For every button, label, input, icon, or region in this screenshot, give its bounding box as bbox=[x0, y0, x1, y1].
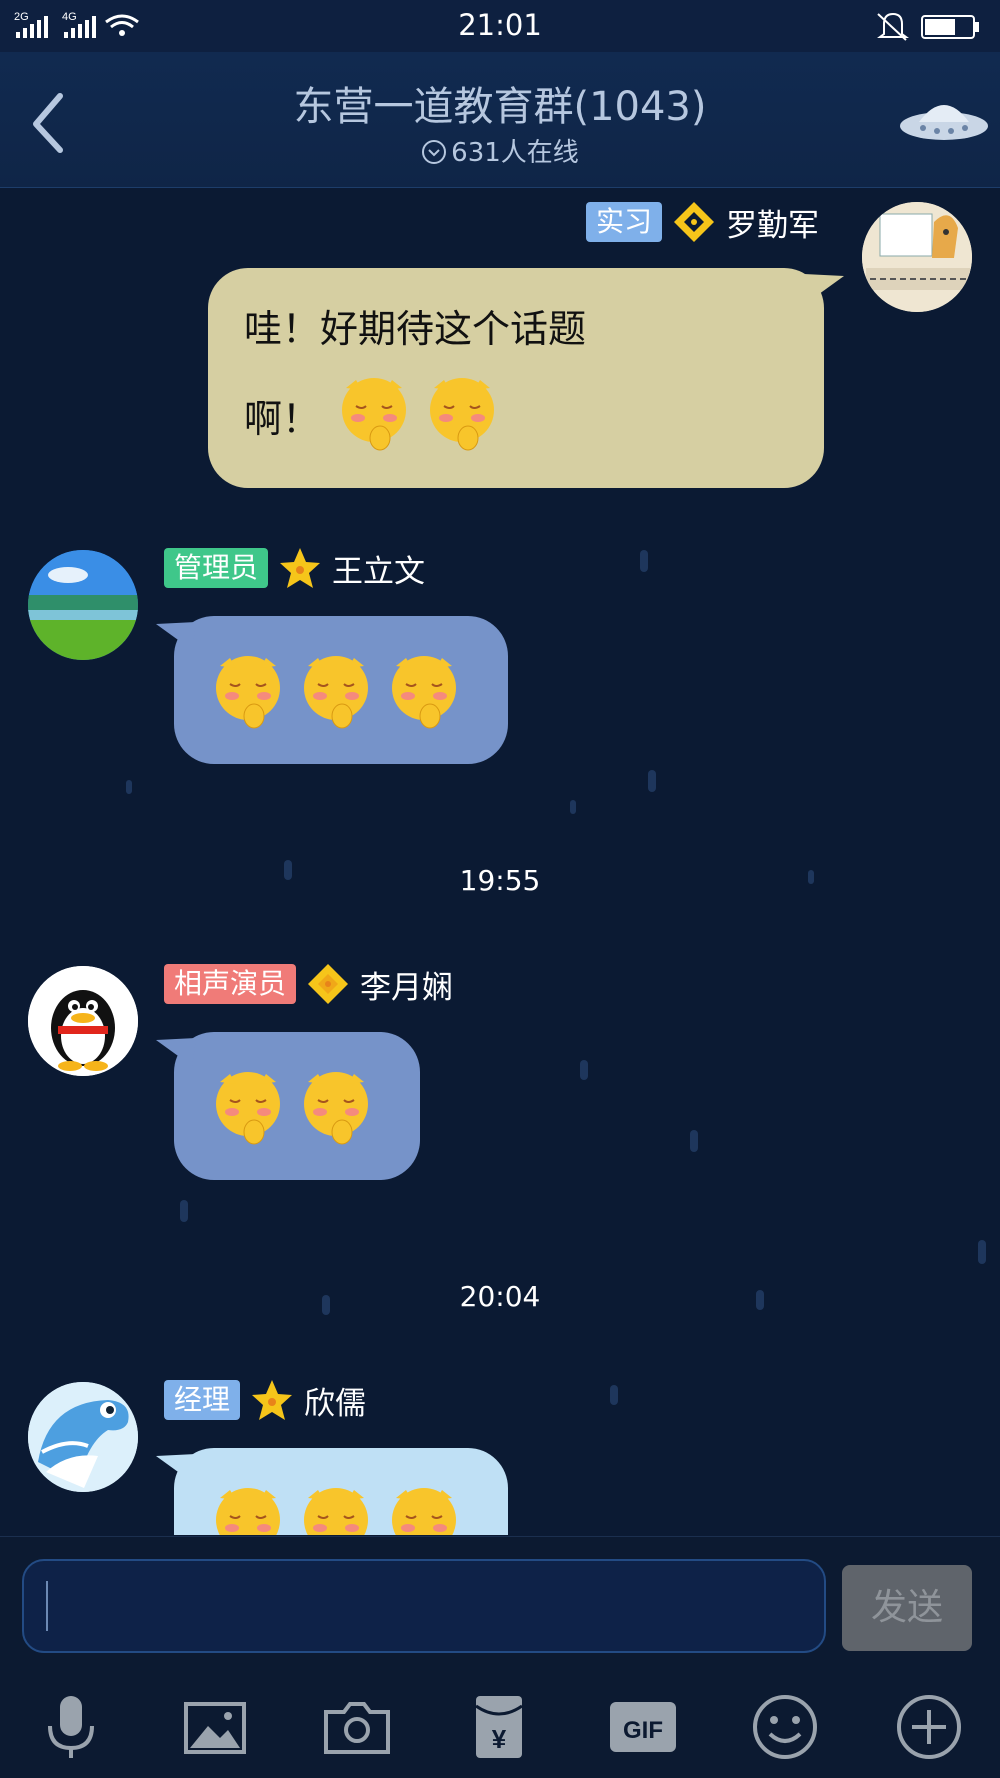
svg-text:GIF: GIF bbox=[623, 1717, 663, 1744]
emoji-shy-icon bbox=[430, 378, 494, 451]
level-star-icon bbox=[252, 1380, 293, 1420]
emoji-button[interactable] bbox=[750, 1692, 820, 1762]
message-sender-info: 相声演员 李月娴 bbox=[164, 962, 453, 1006]
bubble-tail bbox=[156, 1038, 196, 1066]
avatar[interactable] bbox=[28, 1382, 138, 1492]
message-text: 啊！ bbox=[244, 397, 321, 441]
group-title[interactable]: 东营一道教育群(1043) bbox=[0, 74, 1000, 132]
message-list[interactable]: 实习 罗勤军 哇！好期待这个话题 啊！ 管理员 王立文 19:55 相声演员 李… bbox=[0, 188, 1000, 1535]
status-bar: 2G 4G 21:01 bbox=[0, 0, 1000, 52]
sender-name[interactable]: 罗勤军 bbox=[726, 200, 819, 245]
text-caret bbox=[46, 1581, 48, 1631]
cat-avatar-icon bbox=[862, 202, 972, 312]
level-diamond-icon bbox=[308, 964, 349, 1004]
svg-text:¥: ¥ bbox=[492, 1724, 507, 1754]
emoji-shy-icon bbox=[304, 1072, 368, 1145]
message-bubble[interactable] bbox=[156, 616, 508, 764]
emoji-shy-icon bbox=[304, 656, 368, 729]
image-button[interactable] bbox=[180, 1692, 250, 1762]
sender-name[interactable]: 王立文 bbox=[332, 546, 425, 591]
chevron-down-circle-icon bbox=[422, 140, 447, 164]
member-tag: 经理 bbox=[164, 1380, 241, 1420]
input-toolbar: ¥ GIF bbox=[0, 1670, 1000, 1778]
status-right bbox=[874, 10, 984, 46]
ufo-button[interactable] bbox=[897, 88, 992, 152]
image-icon bbox=[184, 1702, 246, 1754]
camera-button[interactable] bbox=[322, 1692, 392, 1762]
emoji-shy-icon bbox=[392, 656, 456, 729]
message-sender-info: 实习 罗勤军 bbox=[586, 200, 819, 244]
message-sender-info: 经理 欣儒 bbox=[164, 1378, 366, 1422]
online-count[interactable]: 631人在线 bbox=[0, 132, 1000, 169]
emoji-shy-icon bbox=[216, 1072, 280, 1145]
more-button[interactable] bbox=[894, 1692, 964, 1762]
online-count-label: 631人在线 bbox=[451, 138, 579, 168]
red-packet-button[interactable]: ¥ bbox=[464, 1692, 534, 1762]
timestamp: 19:55 bbox=[459, 864, 541, 897]
landscape-avatar-icon bbox=[28, 550, 138, 660]
red-packet-icon: ¥ bbox=[475, 1696, 523, 1758]
input-bar: 发送 bbox=[0, 1536, 1000, 1671]
message-text: 哇！好期待这个话题 bbox=[244, 307, 587, 351]
level-star-icon bbox=[280, 548, 321, 588]
emoji-shy-icon bbox=[304, 1488, 368, 1535]
camera-icon bbox=[324, 1702, 390, 1754]
emoji-shy-icon bbox=[392, 1488, 456, 1535]
timestamp: 20:04 bbox=[459, 1280, 541, 1313]
sender-name[interactable]: 欣儒 bbox=[304, 1378, 366, 1423]
message-sender-info: 管理员 王立文 bbox=[164, 546, 425, 590]
plus-circle-icon bbox=[897, 1695, 961, 1759]
message-input[interactable] bbox=[22, 1559, 826, 1653]
send-button[interactable]: 发送 bbox=[842, 1565, 972, 1651]
bubble-tail bbox=[156, 622, 196, 650]
bubble-tail bbox=[156, 1454, 196, 1482]
message-bubble[interactable] bbox=[156, 1032, 420, 1180]
emoji-shy-icon bbox=[342, 378, 406, 451]
ufo-icon bbox=[900, 105, 988, 140]
sender-name[interactable]: 李月娴 bbox=[360, 962, 453, 1007]
chat-header: 东营一道教育群(1043) 631人在线 bbox=[0, 52, 1000, 188]
member-tag: 实习 bbox=[586, 202, 663, 242]
microphone-icon bbox=[48, 1696, 94, 1758]
message-bubble[interactable] bbox=[156, 1448, 508, 1535]
smiley-icon bbox=[753, 1695, 817, 1759]
penguin-avatar-icon bbox=[28, 966, 138, 1076]
level-diamond-icon bbox=[674, 202, 715, 242]
avatar[interactable] bbox=[862, 202, 972, 312]
mute-bell-icon bbox=[877, 12, 909, 41]
avatar[interactable] bbox=[28, 550, 138, 660]
avatar[interactable] bbox=[28, 966, 138, 1076]
dolphin-avatar-icon bbox=[28, 1382, 138, 1492]
message-bubble[interactable]: 哇！好期待这个话题 啊！ bbox=[208, 268, 844, 488]
emoji-shy-icon bbox=[216, 1488, 280, 1535]
bubble-tail bbox=[804, 274, 844, 302]
voice-button[interactable] bbox=[36, 1692, 106, 1762]
member-tag: 管理员 bbox=[164, 548, 269, 588]
status-time: 21:01 bbox=[458, 8, 542, 42]
gif-button[interactable]: GIF bbox=[608, 1692, 678, 1762]
emoji-shy-icon bbox=[216, 656, 280, 729]
member-tag: 相声演员 bbox=[164, 964, 297, 1004]
gif-icon: GIF bbox=[610, 1702, 676, 1752]
battery-icon bbox=[921, 15, 979, 39]
